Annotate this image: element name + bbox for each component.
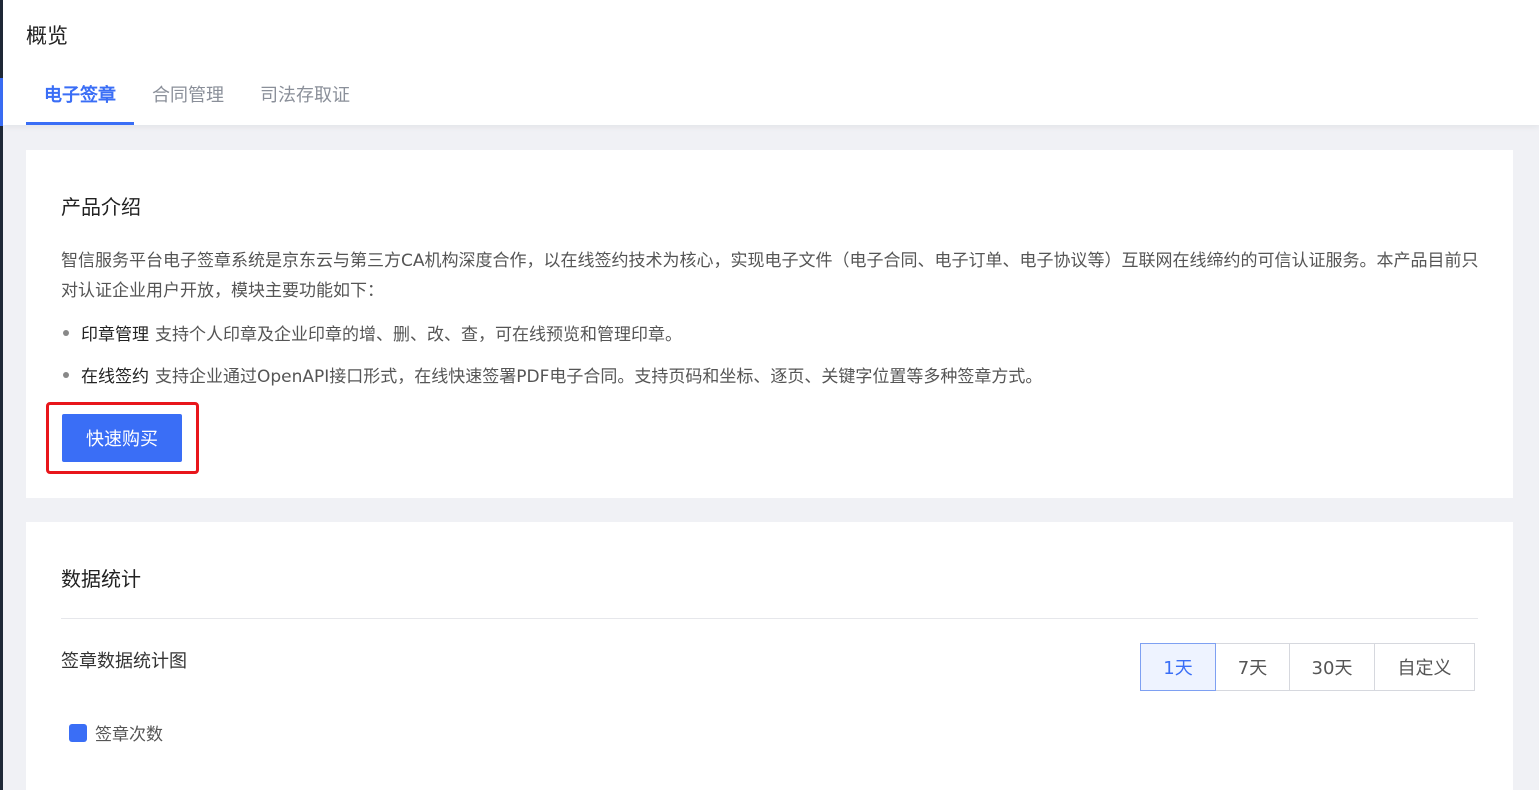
range-30-days-button[interactable]: 30天 bbox=[1289, 643, 1375, 691]
intro-description: 智信服务平台电子签章系统是京东云与第三方CA机构深度合作，以在线签约技术为核心，… bbox=[61, 251, 1479, 301]
tab-contract-management[interactable]: 合同管理 bbox=[134, 80, 242, 125]
feature-item-seal-management: 印章管理 支持个人印章及企业印章的增、删、改、查，可在线预览和管理印章。 bbox=[63, 320, 682, 345]
chart-title: 签章数据统计图 bbox=[61, 651, 187, 672]
product-intro-card: 产品介绍 智信服务平台电子签章系统是京东云与第三方CA机构深度合作，以在线签约技… bbox=[26, 150, 1513, 498]
feature-item-online-signing: 在线签约 支持企业通过OpenAPI接口形式，在线快速签署PDF电子合同。支持页… bbox=[63, 362, 1042, 387]
legend-swatch bbox=[69, 723, 87, 742]
range-custom-button[interactable]: 自定义 bbox=[1374, 643, 1475, 691]
legend-label: 签章次数 bbox=[95, 725, 163, 745]
tab-e-signature[interactable]: 电子签章 bbox=[26, 80, 134, 125]
page-title: 概览 bbox=[26, 24, 68, 48]
feature-text: 支持个人印章及企业印章的增、删、改、查，可在线预览和管理印章。 bbox=[155, 325, 682, 345]
divider bbox=[61, 618, 1478, 619]
feature-term: 在线签约 bbox=[81, 367, 149, 387]
stats-title: 数据统计 bbox=[61, 567, 141, 591]
tab-bar: 电子签章 合同管理 司法存取证 bbox=[26, 80, 368, 125]
intro-title: 产品介绍 bbox=[61, 195, 141, 219]
page-header: 概览 电子签章 合同管理 司法存取证 bbox=[3, 0, 1539, 125]
bullet-dot bbox=[63, 371, 69, 378]
feature-term: 印章管理 bbox=[81, 325, 149, 345]
chart-legend[interactable]: 签章次数 bbox=[69, 720, 163, 745]
feature-text: 支持企业通过OpenAPI接口形式，在线快速签署PDF电子合同。支持页码和坐标、… bbox=[155, 367, 1043, 387]
range-1-day-button[interactable]: 1天 bbox=[1140, 643, 1216, 691]
range-7-days-button[interactable]: 7天 bbox=[1215, 643, 1290, 691]
bullet-dot bbox=[63, 329, 69, 336]
tab-judicial-evidence[interactable]: 司法存取证 bbox=[242, 80, 368, 125]
quick-buy-button[interactable]: 快速购买 bbox=[62, 414, 182, 462]
data-statistics-card: 数据统计 签章数据统计图 1天 7天 30天 自定义 签章次数 bbox=[26, 522, 1513, 790]
time-range-selector: 1天 7天 30天 自定义 bbox=[1140, 643, 1475, 691]
